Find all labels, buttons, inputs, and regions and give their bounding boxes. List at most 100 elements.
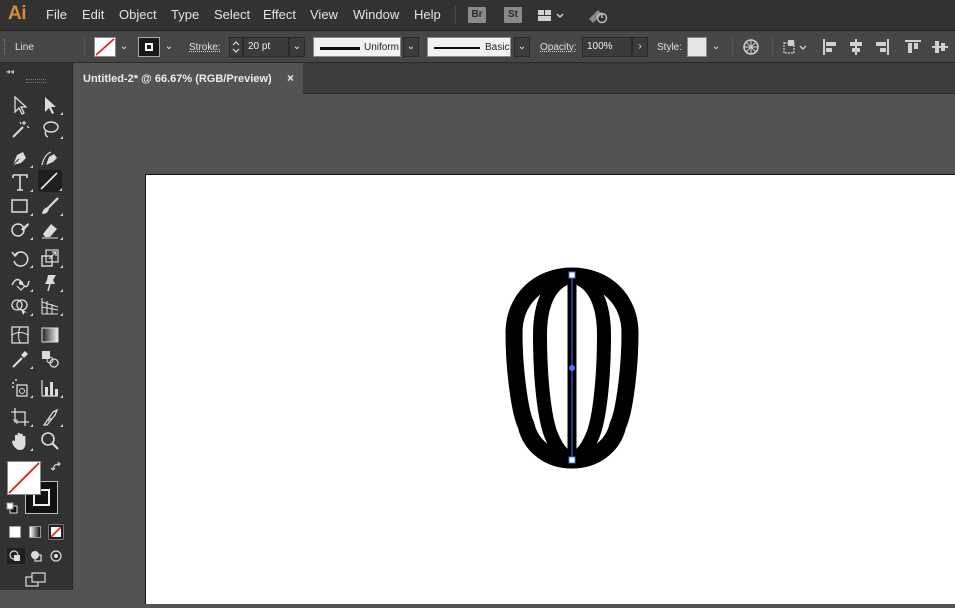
gradient-tool[interactable] [39,324,63,346]
canvas-area[interactable] [73,94,955,604]
menu-window[interactable]: Window [353,7,399,22]
sync-button[interactable] [586,5,610,25]
align-top-button[interactable] [905,39,921,55]
rectangle-tool[interactable] [9,195,33,217]
default-fill-stroke-button[interactable] [6,502,18,514]
align-to-button[interactable] [782,38,808,56]
arrange-documents-button[interactable] [537,8,565,24]
panel-gripper[interactable] [26,79,46,83]
column-graph-tool[interactable] [39,377,63,399]
separator [84,36,85,58]
change-screen-mode-button[interactable] [24,571,48,589]
draw-normal-button[interactable] [7,548,25,564]
stroke-weight-input[interactable]: 20 pt [243,37,289,57]
symbol-sprayer-tool[interactable] [9,377,33,399]
scale-tool[interactable] [39,247,63,269]
mesh-tool[interactable] [9,324,33,346]
document-tab[interactable]: Untitled-2* @ 66.67% (RGB/Preview) × [73,63,303,94]
blend-tool[interactable] [39,348,63,370]
variable-width-profile-select[interactable]: Uniform [313,37,401,57]
puppet-warp-tool[interactable] [39,271,63,293]
rotate-tool[interactable] [9,247,33,269]
whisk-left-wire[interactable] [532,269,575,467]
swap-fill-stroke-button[interactable] [50,461,64,475]
opacity-panel-link[interactable]: Opacity: [540,42,577,53]
anchor-point-bottom[interactable] [568,456,576,464]
line-segment-tool[interactable] [38,170,62,192]
stroke-weight-dropdown[interactable]: ⌄ [289,37,305,57]
center-point[interactable] [569,365,575,371]
profile-label: Uniform [364,42,400,53]
opacity-input[interactable]: 100% [582,37,632,57]
separator [772,36,773,58]
lasso-tool[interactable] [39,118,63,140]
collapse-panel-icon[interactable]: ◂◂ [6,67,14,76]
align-left-button[interactable] [822,39,838,55]
hand-tool[interactable] [9,430,33,452]
align-vertical-center-icon [932,41,948,53]
slice-tool[interactable] [39,406,63,428]
magic-wand-tool[interactable] [9,118,33,140]
menu-edit[interactable]: Edit [82,7,104,22]
stroke-weight-stepper[interactable] [229,37,243,57]
anchor-point-top[interactable] [568,271,576,279]
control-bar: Line ⌄ ⌄ Stroke: 20 pt ⌄ Uniform ⌄ Basic… [0,31,955,63]
direct-selection-tool[interactable] [39,94,63,116]
control-bar-gripper[interactable] [4,39,7,55]
symbol-sprayer-icon [12,379,28,397]
stock-button[interactable]: St [504,7,522,23]
none-icon [50,526,62,538]
align-right-button[interactable] [874,39,890,55]
artboard-tool[interactable] [9,406,33,428]
stroke-panel-link[interactable]: Stroke: [189,42,221,53]
draw-behind-button[interactable] [28,548,44,564]
separator [732,36,733,58]
selection-tool[interactable] [9,94,33,116]
mesh-grid-icon [11,326,29,344]
type-tool[interactable] [9,171,33,193]
menu-type[interactable]: Type [171,7,199,22]
chevron-down-icon[interactable]: ⌄ [710,41,722,53]
opacity-slider-button[interactable]: › [632,37,648,57]
align-vertical-center-button[interactable] [932,39,948,55]
gradient-mode-button[interactable] [29,526,41,538]
no-fill-icon [95,38,115,56]
eraser-tool[interactable] [39,219,63,241]
chevron-down-icon[interactable]: ⌄ [118,41,130,53]
shaper-tool[interactable] [9,219,33,241]
artboard[interactable] [145,174,955,604]
pen-tool[interactable] [9,147,33,169]
bridge-button[interactable]: Br [468,7,486,23]
paintbrush-tool[interactable] [39,195,63,217]
stroke-swatch[interactable] [138,37,160,57]
brush-dropdown[interactable]: ⌄ [514,37,530,57]
width-tool[interactable] [9,271,33,293]
perspective-grid-tool[interactable] [39,295,63,317]
screen-mode-icon [25,572,46,587]
menu-view[interactable]: View [310,7,338,22]
draw-inside-button[interactable] [48,548,64,564]
zoom-tool[interactable] [39,430,63,452]
eyedropper-tool[interactable] [9,348,33,370]
chevron-down-icon[interactable]: ⌄ [163,41,175,53]
fill-swatch[interactable] [94,37,116,57]
shape-builder-tool[interactable] [9,295,33,317]
brush-definition-select[interactable]: Basic [427,37,511,57]
artwork [505,267,639,469]
close-tab-icon[interactable]: × [287,71,294,85]
graphic-style-swatch[interactable] [687,37,707,57]
fill-color-swatch[interactable] [7,461,41,495]
color-mode-button[interactable] [9,526,21,538]
recolor-artwork-button[interactable] [742,38,760,56]
menu-effect[interactable]: Effect [263,7,296,22]
menu-help[interactable]: Help [414,7,441,22]
menu-object[interactable]: Object [119,7,157,22]
align-center-button[interactable] [848,39,864,55]
profile-dropdown[interactable]: ⌄ [403,37,419,57]
curvature-tool[interactable] [39,147,63,169]
menu-select[interactable]: Select [214,7,250,22]
whisk-right-wire[interactable] [569,269,612,467]
none-mode-button[interactable] [48,524,64,540]
profile-line-preview [320,47,360,50]
menu-file[interactable]: File [46,7,67,22]
